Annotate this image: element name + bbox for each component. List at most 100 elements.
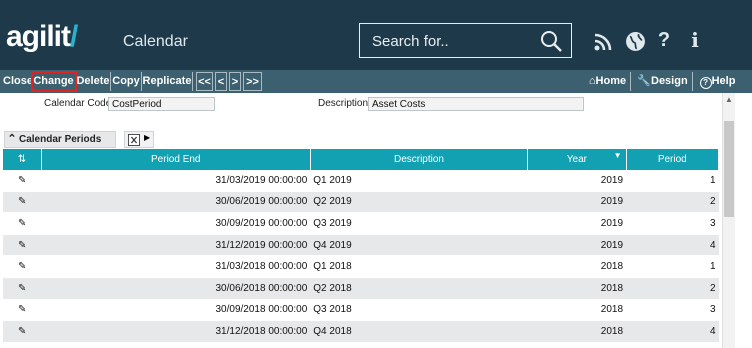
sort-toggle-header[interactable]: ⇅ xyxy=(3,149,42,170)
cell-description: Q4 2019 xyxy=(310,234,528,257)
first-record-button[interactable]: << xyxy=(196,72,213,91)
collapse-chevrons-icon[interactable]: ⌃ xyxy=(5,132,19,147)
logo-text: agilit xyxy=(6,20,71,53)
copy-button[interactable]: Copy xyxy=(111,72,142,91)
scrollbar-thumb[interactable] xyxy=(724,121,734,217)
dropdown-arrow-icon[interactable]: ▶ xyxy=(144,133,150,142)
table-row[interactable]: ✎ 30/06/2018 00:00:00 Q2 2018 2018 2 xyxy=(3,277,719,300)
sort-desc-icon: ▼ xyxy=(613,151,622,160)
description-field[interactable]: Asset Costs xyxy=(368,97,584,111)
scroll-up-icon[interactable]: ▲ xyxy=(725,95,733,104)
vertical-scrollbar[interactable]: ▲ xyxy=(722,93,735,348)
edit-row-icon[interactable]: ✎ xyxy=(3,255,42,278)
home-icon: ⌂ xyxy=(588,75,596,87)
delete-button[interactable]: Delete xyxy=(76,72,111,91)
rss-icon[interactable] xyxy=(593,32,613,52)
table-row[interactable]: ✎ 31/03/2019 00:00:00 Q1 2019 2019 1 xyxy=(3,170,719,192)
wrench-icon: 🔧 xyxy=(637,75,651,87)
column-header-period[interactable]: Period xyxy=(626,149,720,170)
cell-period: 2 xyxy=(626,191,719,214)
cell-period-end: 30/09/2019 00:00:00 xyxy=(41,212,311,235)
page-title: Calendar xyxy=(123,33,188,50)
cell-year: 2019 xyxy=(527,234,627,257)
edit-row-icon[interactable]: ✎ xyxy=(3,191,42,214)
cell-period-end: 31/03/2019 00:00:00 xyxy=(41,170,311,192)
search-icon[interactable] xyxy=(539,29,563,53)
column-header-description[interactable]: Description xyxy=(310,149,529,170)
app-header: agilit/ Calendar Search for.. ? i xyxy=(0,0,752,70)
design-label: Design xyxy=(651,75,688,87)
cell-description: Q1 2018 xyxy=(310,255,528,278)
close-button[interactable]: Close xyxy=(3,72,33,91)
replicate-button[interactable]: Replicate xyxy=(142,72,193,91)
cell-year: 2019 xyxy=(527,212,627,235)
calendar-code-field[interactable]: CostPeriod xyxy=(108,97,215,111)
info-icon[interactable]: i xyxy=(683,28,707,52)
cell-period: 1 xyxy=(626,170,719,192)
help-question-icon[interactable]: ? xyxy=(652,28,676,52)
column-header-period-end[interactable]: Period End xyxy=(41,149,311,170)
help-button[interactable]: ? Help xyxy=(695,72,740,91)
globe-icon[interactable] xyxy=(625,31,646,52)
edit-row-icon[interactable]: ✎ xyxy=(3,320,42,343)
search-box[interactable]: Search for.. xyxy=(359,23,572,58)
description-label: Description xyxy=(318,98,369,109)
agilit-logo[interactable]: agilit/ xyxy=(6,20,78,53)
table-row[interactable]: ✎ 31/12/2018 00:00:00 Q4 2018 2018 4 xyxy=(3,320,719,343)
excel-icon xyxy=(128,134,140,146)
table-row[interactable]: ✎ 30/06/2019 00:00:00 Q2 2019 2019 2 xyxy=(3,191,719,214)
table-row[interactable]: ✎ 30/09/2018 00:00:00 Q3 2018 2018 3 xyxy=(3,299,719,322)
action-toolbar: Close Change Delete Copy Replicate << < … xyxy=(0,70,752,103)
home-button[interactable]: ⌂Home xyxy=(585,72,631,91)
cell-description: Q2 2018 xyxy=(310,277,528,300)
cell-year: 2019 xyxy=(527,191,627,214)
cell-year: 2018 xyxy=(527,320,627,343)
cell-year: 2018 xyxy=(527,299,627,322)
cell-period: 4 xyxy=(626,234,719,257)
cell-description: Q3 2019 xyxy=(310,212,528,235)
export-excel-button[interactable]: ▶ xyxy=(124,131,154,148)
cell-period-end: 31/12/2019 00:00:00 xyxy=(41,234,311,257)
edit-row-icon[interactable]: ✎ xyxy=(3,299,42,322)
square-icon xyxy=(659,95,668,103)
cell-period: 4 xyxy=(626,320,719,343)
help-circle-icon: ? xyxy=(699,77,712,89)
calendar-periods-panel-header[interactable]: ⌃ Calendar Periods xyxy=(4,131,116,148)
cell-year: 2019 xyxy=(527,170,627,192)
sort-arrows-icon[interactable]: ⇅ xyxy=(18,154,26,165)
home-label: Home xyxy=(595,75,627,87)
table-row[interactable]: ✎ 31/03/2018 00:00:00 Q1 2018 2018 1 xyxy=(3,255,719,278)
edit-row-icon[interactable]: ✎ xyxy=(3,277,42,300)
edit-row-icon[interactable]: ✎ xyxy=(3,170,42,192)
cell-year: 2018 xyxy=(527,255,627,278)
column-header-year[interactable]: Year ▼ xyxy=(527,149,627,170)
calendar-periods-table: ⇅ Period End Description Year ▼ Period ✎ … xyxy=(3,149,720,343)
cell-period-end: 31/03/2018 00:00:00 xyxy=(41,255,311,278)
cell-description: Q2 2019 xyxy=(310,191,528,214)
table-row[interactable]: ✎ 30/09/2019 00:00:00 Q3 2019 2019 3 xyxy=(3,212,719,235)
table-row[interactable]: ✎ 31/12/2019 00:00:00 Q4 2019 2019 4 xyxy=(3,234,719,257)
calendar-code-label: Calendar Code xyxy=(44,98,112,109)
cell-period-end: 31/12/2018 00:00:00 xyxy=(41,320,311,343)
edit-row-icon[interactable]: ✎ xyxy=(3,234,42,257)
search-input[interactable]: Search for.. xyxy=(372,33,449,50)
cell-year: 2018 xyxy=(527,277,627,300)
year-header-label: Year xyxy=(566,154,587,165)
cell-period-end: 30/09/2018 00:00:00 xyxy=(41,299,311,322)
cell-period: 3 xyxy=(626,299,719,322)
help-label: Help xyxy=(711,75,736,87)
cell-period: 3 xyxy=(626,212,719,235)
cell-description: Q3 2018 xyxy=(310,299,528,322)
edit-row-icon[interactable]: ✎ xyxy=(3,212,42,235)
cell-description: Q1 2019 xyxy=(310,170,528,192)
previous-record-button[interactable]: < xyxy=(215,72,227,91)
last-record-button[interactable]: >> xyxy=(243,72,262,91)
cell-period: 2 xyxy=(626,277,719,300)
cell-period: 1 xyxy=(626,255,719,278)
cell-period-end: 30/06/2018 00:00:00 xyxy=(41,277,311,300)
next-record-button[interactable]: > xyxy=(229,72,241,91)
cell-period-end: 30/06/2019 00:00:00 xyxy=(41,191,311,214)
design-button[interactable]: 🔧Design xyxy=(633,72,693,103)
change-button[interactable]: Change xyxy=(31,71,77,92)
panel-title: Calendar Periods xyxy=(19,134,102,145)
